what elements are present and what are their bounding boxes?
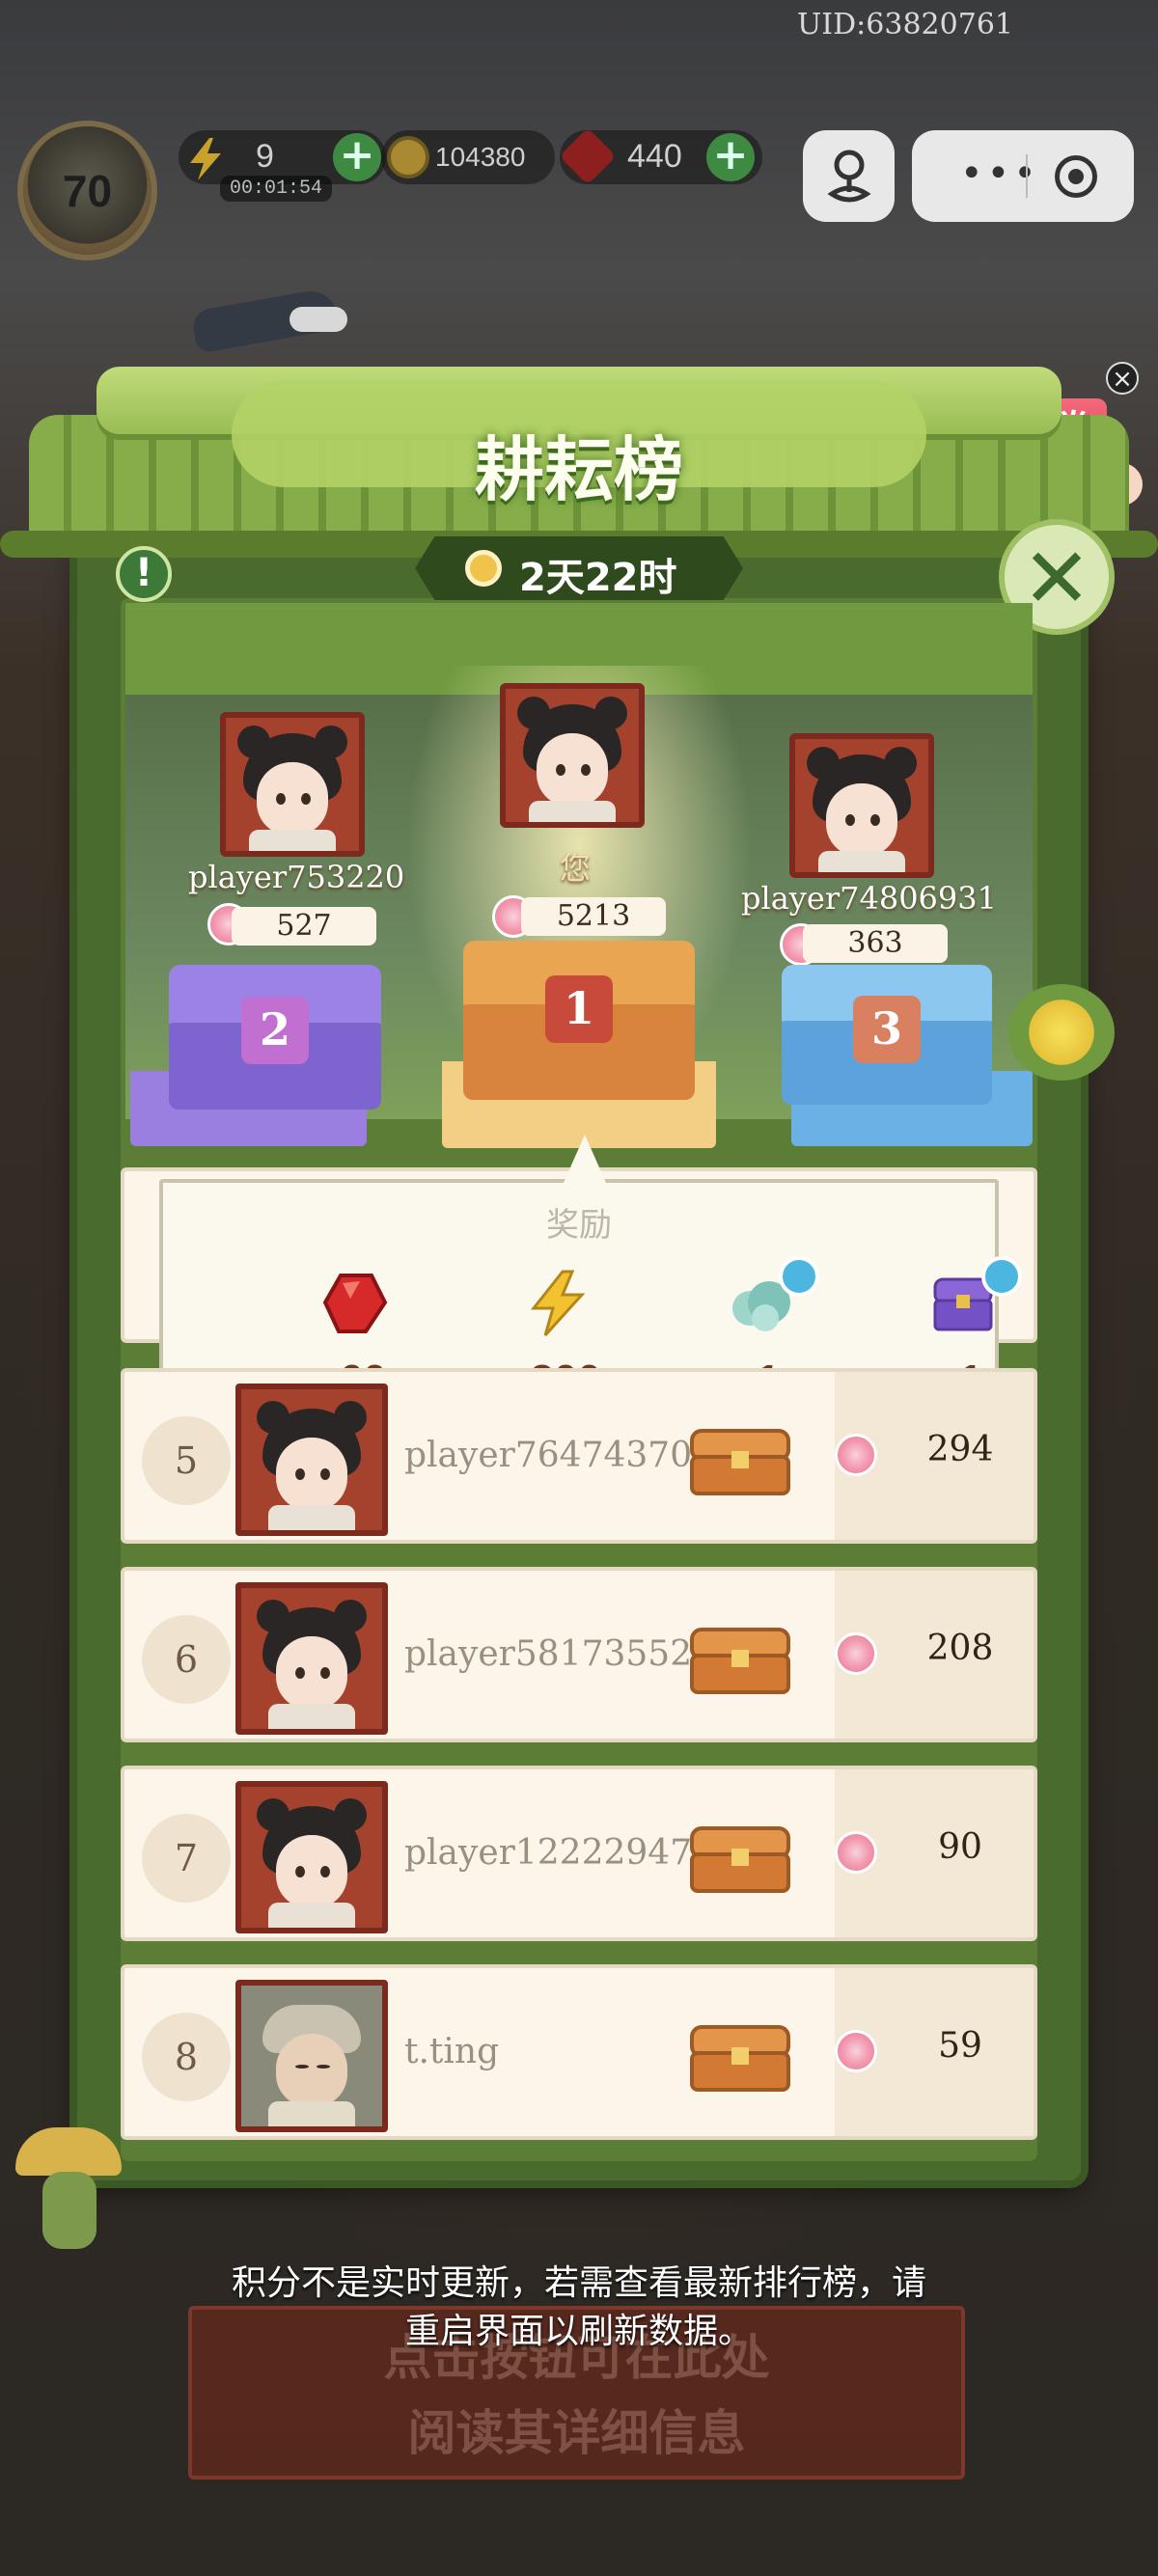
energy-bolt-icon [190, 138, 221, 180]
podium-name-rank-3: player74806931 [741, 880, 997, 917]
coin-value: 104380 [435, 142, 526, 172]
player-level: 70 [62, 166, 113, 216]
row-avatar[interactable] [235, 1781, 388, 1933]
row-player-name: t.ting [404, 2032, 500, 2071]
blossom-icon [835, 1831, 877, 1874]
row-score-area: 59 [835, 1968, 1034, 2136]
coin-counter[interactable]: 104380 [381, 130, 555, 184]
row-score: 294 [926, 1430, 994, 1469]
reward-popup-pointer [564, 1135, 606, 1183]
reward-chest-icon[interactable] [689, 2024, 791, 2094]
joystick-icon [827, 150, 871, 203]
table-row-rank-7[interactable]: 7 player12222947 90 [121, 1766, 1037, 1941]
table-row-rank-5[interactable]: 5 player76474370 294 [121, 1368, 1037, 1544]
info-button[interactable]: ! [116, 546, 172, 602]
energy-bolt-icon [530, 1270, 586, 1337]
energy-add-button[interactable]: + [333, 133, 381, 181]
countdown-text: 2天22时 [519, 556, 677, 600]
reward-popup-title: 奖励 [546, 1206, 612, 1245]
row-rank: 5 [142, 1416, 231, 1505]
reward-chest-icon[interactable] [689, 1428, 791, 1497]
notice-line-1: 积分不是实时更新，若需查看最新排行榜，请 [231, 2263, 926, 2303]
player-level-badge[interactable]: 70 [17, 121, 157, 260]
row-avatar[interactable] [235, 1980, 388, 2132]
panel-line-2: 阅读其详细信息 [407, 2404, 746, 2461]
close-app-button[interactable] [1055, 155, 1097, 198]
refresh-notice: 积分不是实时更新，若需查看最新排行榜，请 重启界面以刷新数据。 [0, 2260, 1158, 2356]
more-menu-button[interactable]: ••• [960, 154, 1040, 193]
clock-icon [465, 550, 502, 587]
blossom-icon [835, 1632, 877, 1675]
uid-label: UID:63820761 [797, 8, 1013, 41]
row-player-name: player76474370 [404, 1436, 693, 1475]
reward-chest-icon[interactable] [689, 1627, 791, 1696]
table-row-rank-6[interactable]: 6 player58173552 208 [121, 1567, 1037, 1742]
coin-icon [387, 136, 429, 178]
chest-rank-2-number: 2 [241, 997, 309, 1064]
scarecrow-mascot [6, 2089, 131, 2272]
countdown-tag: 2天22时 [415, 536, 743, 600]
podium-avatar-rank-3[interactable] [789, 733, 934, 878]
podium-avatar-rank-2[interactable] [220, 712, 365, 857]
row-player-name: player58173552 [404, 1634, 693, 1674]
leaderboard-title: 耕耘榜 [474, 428, 683, 510]
avatar-joystick-button[interactable] [803, 130, 895, 222]
magnifier-icon[interactable] [779, 1256, 819, 1297]
podium-score-rank-2: 527 [232, 907, 376, 945]
podium-score-rank-1: 5213 [521, 897, 666, 936]
podium-name-rank-1: 您 [560, 850, 592, 887]
row-score: 208 [926, 1629, 994, 1668]
reward-chest-icon[interactable] [689, 1825, 791, 1895]
row-score-area: 208 [835, 1571, 1034, 1739]
table-row-rank-8[interactable]: 8 t.ting 59 [121, 1964, 1037, 2140]
row-player-name: player12222947 [404, 1833, 693, 1873]
energy-timer: 00:01:54 [220, 176, 333, 202]
row-avatar[interactable] [235, 1384, 388, 1536]
podium-avatar-rank-1[interactable] [500, 683, 645, 828]
gem-add-button[interactable]: + [706, 133, 755, 181]
energy-value: 9 [256, 138, 274, 175]
row-avatar[interactable] [235, 1582, 388, 1735]
podium-score-rank-3: 363 [803, 924, 948, 963]
ruby-icon [322, 1274, 388, 1333]
row-score-area: 90 [835, 1769, 1034, 1937]
chest-rank-2[interactable]: 2 [169, 965, 381, 1110]
row-score: 59 [938, 2026, 982, 2066]
row-score-area: 294 [835, 1372, 1034, 1540]
podium-name-rank-2: player753220 [188, 859, 405, 895]
gem-value: 440 [627, 138, 682, 175]
row-score: 90 [938, 1827, 982, 1867]
yellow-flower-decoration [1008, 984, 1115, 1081]
chest-rank-1-number: 1 [545, 975, 613, 1044]
chest-rank-3-number: 3 [853, 995, 921, 1063]
notice-line-2: 重启界面以刷新数据。 [404, 2312, 753, 2351]
blossom-icon [835, 1434, 877, 1476]
row-rank: 6 [142, 1615, 231, 1704]
magnifier-icon[interactable] [981, 1256, 1022, 1297]
chest-rank-3[interactable]: 3 [782, 965, 992, 1105]
gem-counter[interactable]: 440 + [559, 127, 762, 185]
mini-program-capsule: ••• [912, 130, 1134, 222]
row-rank: 8 [142, 2013, 231, 2101]
row-rank: 7 [142, 1814, 231, 1903]
blossom-icon [835, 2030, 877, 2072]
capsule-divider [1026, 154, 1028, 198]
chest-rank-1[interactable]: 1 [463, 941, 695, 1100]
